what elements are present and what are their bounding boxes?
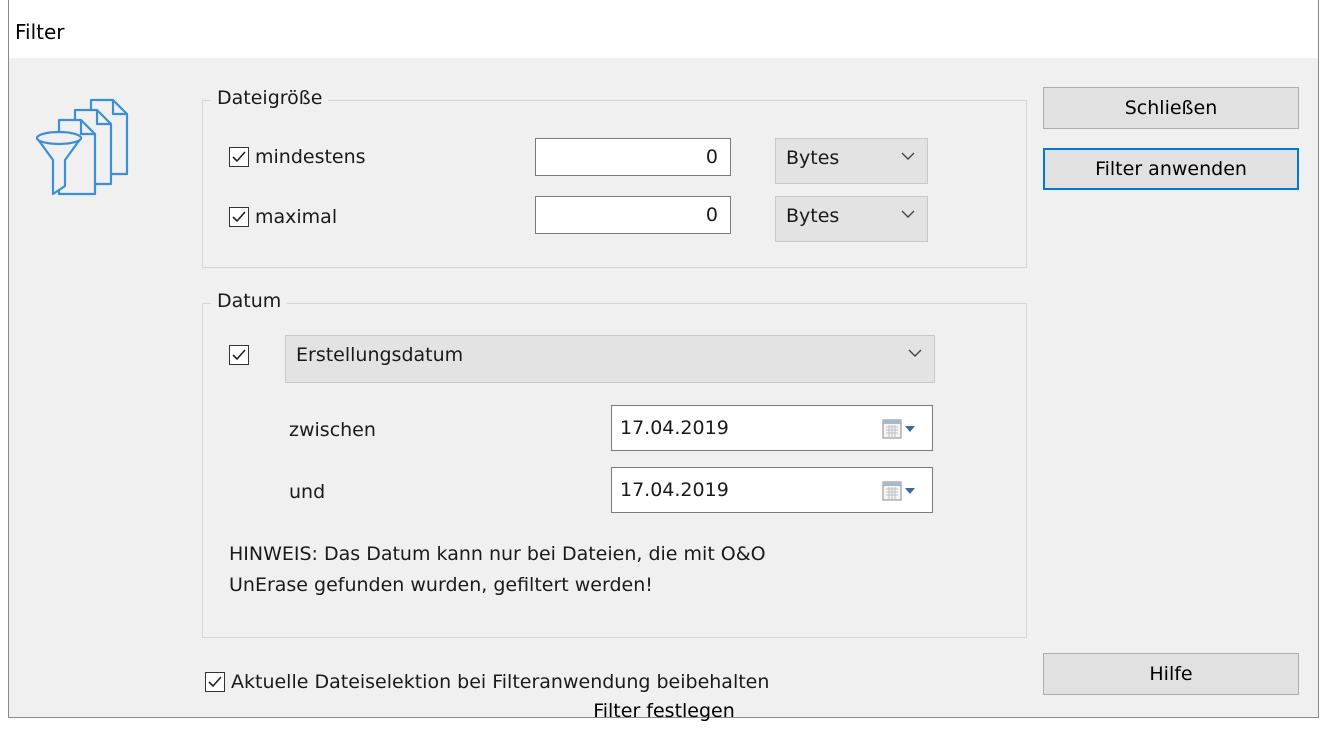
calendar-icon[interactable]	[882, 419, 918, 439]
max-size-unit-select[interactable]: Bytes	[775, 196, 928, 242]
check-icon	[232, 211, 246, 223]
date-type-value: Erstellungsdatum	[296, 344, 464, 366]
min-size-checkbox[interactable]: mindestens	[229, 146, 366, 168]
date-from-value: 17.04.2019	[620, 417, 729, 439]
date-from-picker[interactable]: 17.04.2019	[611, 405, 933, 451]
file-filter-icon	[35, 98, 129, 196]
chevron-down-icon	[908, 349, 922, 357]
max-size-label: maximal	[255, 206, 338, 228]
checkbox-box	[229, 147, 249, 167]
min-size-unit-select[interactable]: Bytes	[775, 138, 928, 184]
filter-dialog: Filter Dateigröße mindestens 0 Bytes max…	[8, 0, 1319, 718]
checkbox-box	[205, 672, 225, 692]
title-bar: Filter	[9, 0, 1318, 58]
dialog-body: Dateigröße mindestens 0 Bytes maximal 0 …	[9, 58, 1318, 718]
date-to-picker[interactable]: 17.04.2019	[611, 467, 933, 513]
file-size-group: Dateigröße	[202, 87, 1027, 268]
check-icon	[232, 349, 246, 361]
chevron-down-icon	[901, 152, 915, 160]
calendar-icon[interactable]	[882, 481, 918, 501]
min-size-unit-value: Bytes	[786, 147, 840, 169]
file-size-legend: Dateigröße	[211, 87, 329, 109]
checkbox-box	[229, 345, 249, 365]
max-size-unit-value: Bytes	[786, 205, 840, 227]
window-title: Filter	[15, 20, 65, 44]
date-note: HINWEIS: Das Datum kann nur bei Dateien,…	[229, 543, 766, 596]
help-button[interactable]: Hilfe	[1043, 653, 1299, 695]
keep-selection-checkbox[interactable]: Aktuelle Dateiselektion bei Filteranwend…	[205, 671, 769, 693]
min-size-label: mindestens	[255, 146, 366, 168]
and-label: und	[289, 481, 326, 503]
apply-filter-button[interactable]: Filter anwenden	[1043, 148, 1299, 190]
date-filter-checkbox[interactable]	[229, 345, 249, 365]
check-icon	[208, 676, 222, 688]
chevron-down-icon	[901, 210, 915, 218]
keep-selection-label: Aktuelle Dateiselektion bei Filteranwend…	[231, 671, 770, 693]
date-to-value: 17.04.2019	[620, 479, 729, 501]
date-type-select[interactable]: Erstellungsdatum	[285, 335, 935, 383]
close-button[interactable]: Schließen	[1043, 87, 1299, 129]
max-size-checkbox[interactable]: maximal	[229, 206, 337, 228]
min-size-input[interactable]: 0	[535, 138, 731, 176]
status-caption: Filter festlegen	[593, 700, 735, 722]
checkbox-box	[229, 207, 249, 227]
date-legend: Datum	[211, 290, 288, 312]
between-label: zwischen	[289, 419, 376, 441]
max-size-input[interactable]: 0	[535, 196, 731, 234]
check-icon	[232, 151, 246, 163]
